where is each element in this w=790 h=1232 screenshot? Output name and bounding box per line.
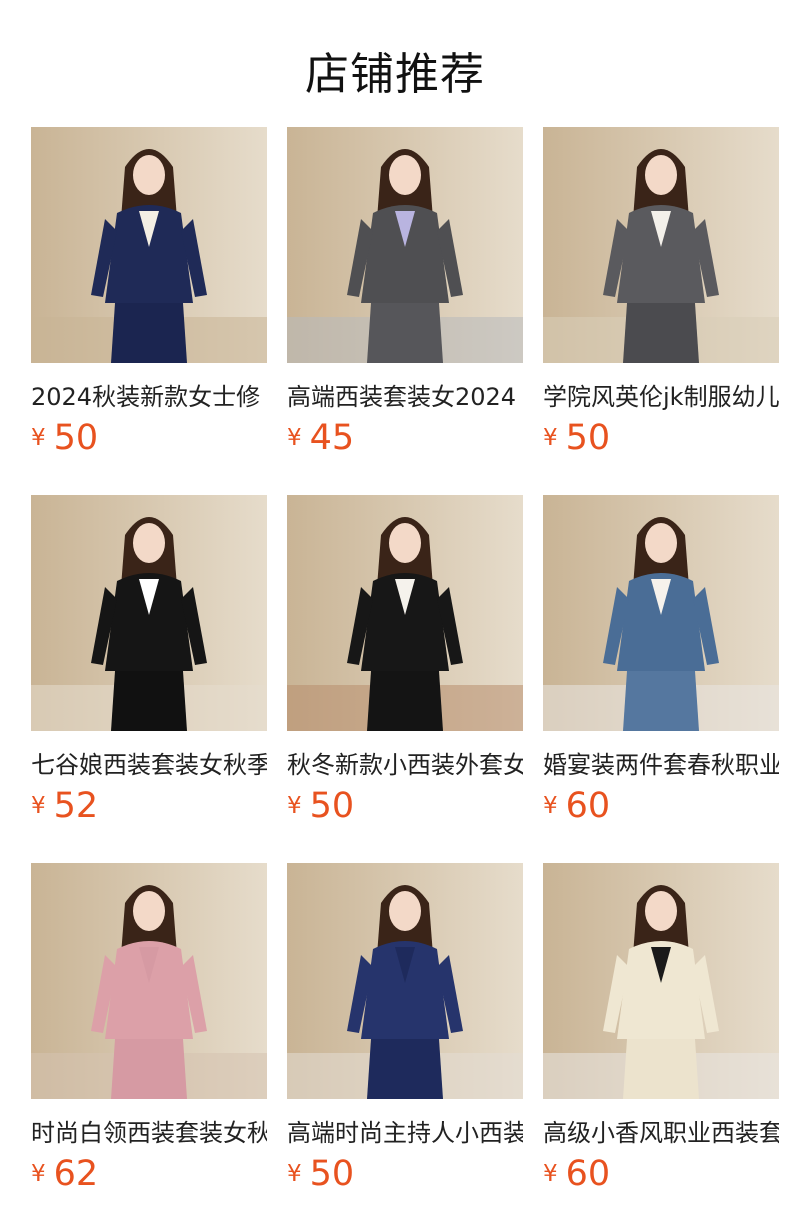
price-value: 50: [309, 786, 355, 826]
product-card[interactable]: 学院风英伦jk制服幼儿 ¥50: [543, 127, 779, 458]
product-card[interactable]: 七谷娘西装套装女秋季 ¥52: [31, 495, 267, 826]
currency-symbol: ¥: [543, 1161, 558, 1187]
price-value: 62: [53, 1154, 99, 1194]
currency-symbol: ¥: [543, 793, 558, 819]
product-image[interactable]: [543, 863, 779, 1099]
product-image[interactable]: [287, 495, 523, 731]
product-image[interactable]: [543, 127, 779, 363]
product-name[interactable]: 婚宴装两件套春秋职业: [543, 745, 779, 779]
product-image[interactable]: [543, 495, 779, 731]
product-image[interactable]: [31, 495, 267, 731]
product-card[interactable]: 高端西装套装女2024 ¥45: [287, 127, 523, 458]
product-image[interactable]: [31, 863, 267, 1099]
product-name[interactable]: 秋冬新款小西装外套女: [287, 745, 523, 779]
currency-symbol: ¥: [287, 793, 302, 819]
product-name[interactable]: 高端西装套装女2024: [287, 377, 523, 411]
currency-symbol: ¥: [31, 793, 46, 819]
currency-symbol: ¥: [543, 425, 558, 451]
product-image[interactable]: [287, 863, 523, 1099]
product-price: ¥50: [543, 418, 610, 458]
price-value: 60: [565, 1154, 611, 1194]
product-card[interactable]: 2024秋装新款女士修 ¥50: [31, 127, 267, 458]
price-value: 50: [53, 418, 99, 458]
product-card[interactable]: 高端时尚主持人小西装 ¥50: [287, 863, 523, 1194]
product-name[interactable]: 时尚白领西装套装女秋: [31, 1113, 267, 1147]
recommend-header: 店铺推荐: [0, 0, 790, 127]
product-card[interactable]: 高级小香风职业西装套 ¥60: [543, 863, 779, 1194]
currency-symbol: ¥: [287, 425, 302, 451]
product-price: ¥52: [31, 786, 98, 826]
product-card[interactable]: 时尚白领西装套装女秋 ¥62: [31, 863, 267, 1194]
product-name[interactable]: 高级小香风职业西装套: [543, 1113, 779, 1147]
product-price: ¥60: [543, 1154, 610, 1194]
currency-symbol: ¥: [31, 425, 46, 451]
product-price: ¥45: [287, 418, 354, 458]
product-image[interactable]: [31, 127, 267, 363]
product-card[interactable]: 婚宴装两件套春秋职业 ¥60: [543, 495, 779, 826]
product-card[interactable]: 秋冬新款小西装外套女 ¥50: [287, 495, 523, 826]
product-image[interactable]: [287, 127, 523, 363]
product-name[interactable]: 学院风英伦jk制服幼儿: [543, 377, 779, 411]
product-name[interactable]: 2024秋装新款女士修: [31, 377, 267, 411]
price-value: 50: [565, 418, 611, 458]
price-value: 60: [565, 786, 611, 826]
product-name[interactable]: 高端时尚主持人小西装: [287, 1113, 523, 1147]
product-name[interactable]: 七谷娘西装套装女秋季: [31, 745, 267, 779]
product-price: ¥60: [543, 786, 610, 826]
page-title: 店铺推荐: [305, 49, 485, 100]
currency-symbol: ¥: [31, 1161, 46, 1187]
price-value: 52: [53, 786, 99, 826]
product-price: ¥50: [287, 786, 354, 826]
product-price: ¥50: [31, 418, 98, 458]
product-price: ¥50: [287, 1154, 354, 1194]
price-value: 50: [309, 1154, 355, 1194]
product-price: ¥62: [31, 1154, 98, 1194]
currency-symbol: ¥: [287, 1161, 302, 1187]
price-value: 45: [309, 418, 355, 458]
